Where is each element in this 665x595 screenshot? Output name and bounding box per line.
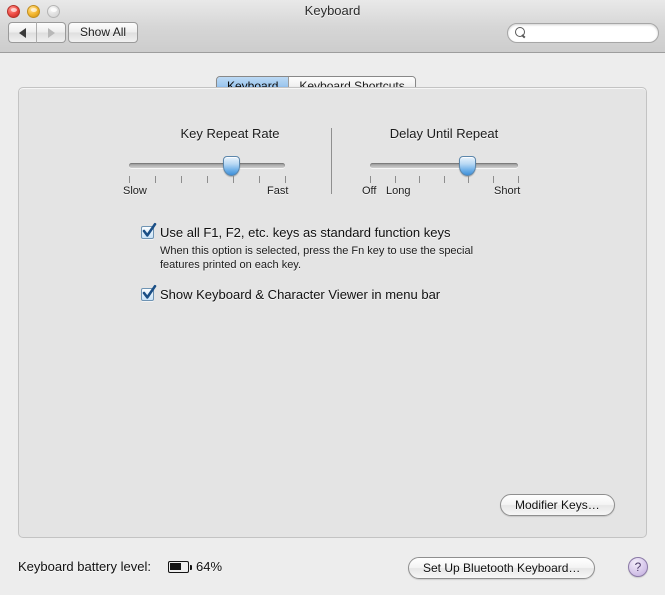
slider-divider	[331, 128, 332, 194]
search-input[interactable]	[531, 26, 651, 40]
show-viewer-checkbox-label: Show Keyboard & Character Viewer in menu…	[160, 287, 441, 302]
back-button[interactable]	[8, 22, 37, 43]
function-keys-checkbox[interactable]	[141, 222, 157, 239]
function-keys-help-line-1: When this option is selected, press the …	[160, 245, 474, 257]
search-field[interactable]	[507, 23, 659, 43]
key-repeat-rate-group: Key Repeat Rate Slow Fast	[115, 126, 345, 201]
help-button[interactable]: ?	[628, 557, 648, 577]
delay-until-repeat-short-label: Short	[494, 185, 521, 197]
keyboard-preferences-window: Keyboard Show All Keyboard Keyboard Shor…	[0, 0, 665, 595]
function-keys-checkbox-row[interactable]: Use all F1, F2, etc. keys as standard fu…	[141, 222, 451, 240]
modifier-keys-button[interactable]: Modifier Keys…	[500, 494, 615, 516]
checkmark-icon	[142, 222, 157, 237]
battery-level-label: Keyboard battery level:	[18, 559, 151, 574]
window-title: Keyboard	[304, 3, 361, 18]
triangle-left-icon	[19, 27, 26, 38]
delay-until-repeat-long-label: Long	[386, 185, 411, 197]
key-repeat-rate-max-label: Fast	[267, 185, 289, 197]
battery-icon	[168, 561, 189, 573]
setup-bluetooth-keyboard-button[interactable]: Set Up Bluetooth Keyboard…	[408, 557, 596, 579]
delay-until-repeat-off-label: Off	[362, 185, 377, 197]
key-repeat-rate-min-label: Slow	[123, 185, 147, 197]
key-repeat-rate-title: Key Repeat Rate	[180, 126, 280, 141]
function-keys-checkbox-label: Use all F1, F2, etc. keys as standard fu…	[160, 225, 451, 240]
triangle-right-icon	[47, 27, 55, 38]
battery-nub-icon	[190, 565, 192, 570]
search-icon	[515, 27, 527, 39]
show-all-button[interactable]: Show All	[68, 22, 139, 43]
delay-until-repeat-track[interactable]	[370, 163, 518, 168]
battery-percent: 64%	[196, 559, 223, 574]
delay-until-repeat-thumb[interactable]	[459, 156, 476, 176]
keyboard-settings-panel: Key Repeat Rate Slow Fast Delay Until Re…	[18, 87, 647, 538]
delay-until-repeat-group: Delay Until Repeat Off Long Short	[359, 126, 589, 201]
key-repeat-rate-track[interactable]	[129, 163, 285, 168]
delay-until-repeat-ticks	[370, 176, 519, 183]
navigation-buttons	[8, 22, 66, 43]
battery-fill	[170, 563, 181, 570]
key-repeat-rate-thumb[interactable]	[223, 156, 240, 176]
show-viewer-checkbox-row[interactable]: Show Keyboard & Character Viewer in menu…	[141, 284, 441, 302]
delay-until-repeat-title: Delay Until Repeat	[389, 126, 499, 141]
show-viewer-checkbox[interactable]	[141, 284, 157, 301]
forward-button	[37, 22, 66, 43]
key-repeat-rate-ticks	[129, 176, 286, 183]
function-keys-help-line-2: features printed on each key.	[160, 259, 302, 271]
title-bar: Keyboard Show All	[0, 0, 665, 53]
checkmark-icon	[142, 284, 157, 299]
